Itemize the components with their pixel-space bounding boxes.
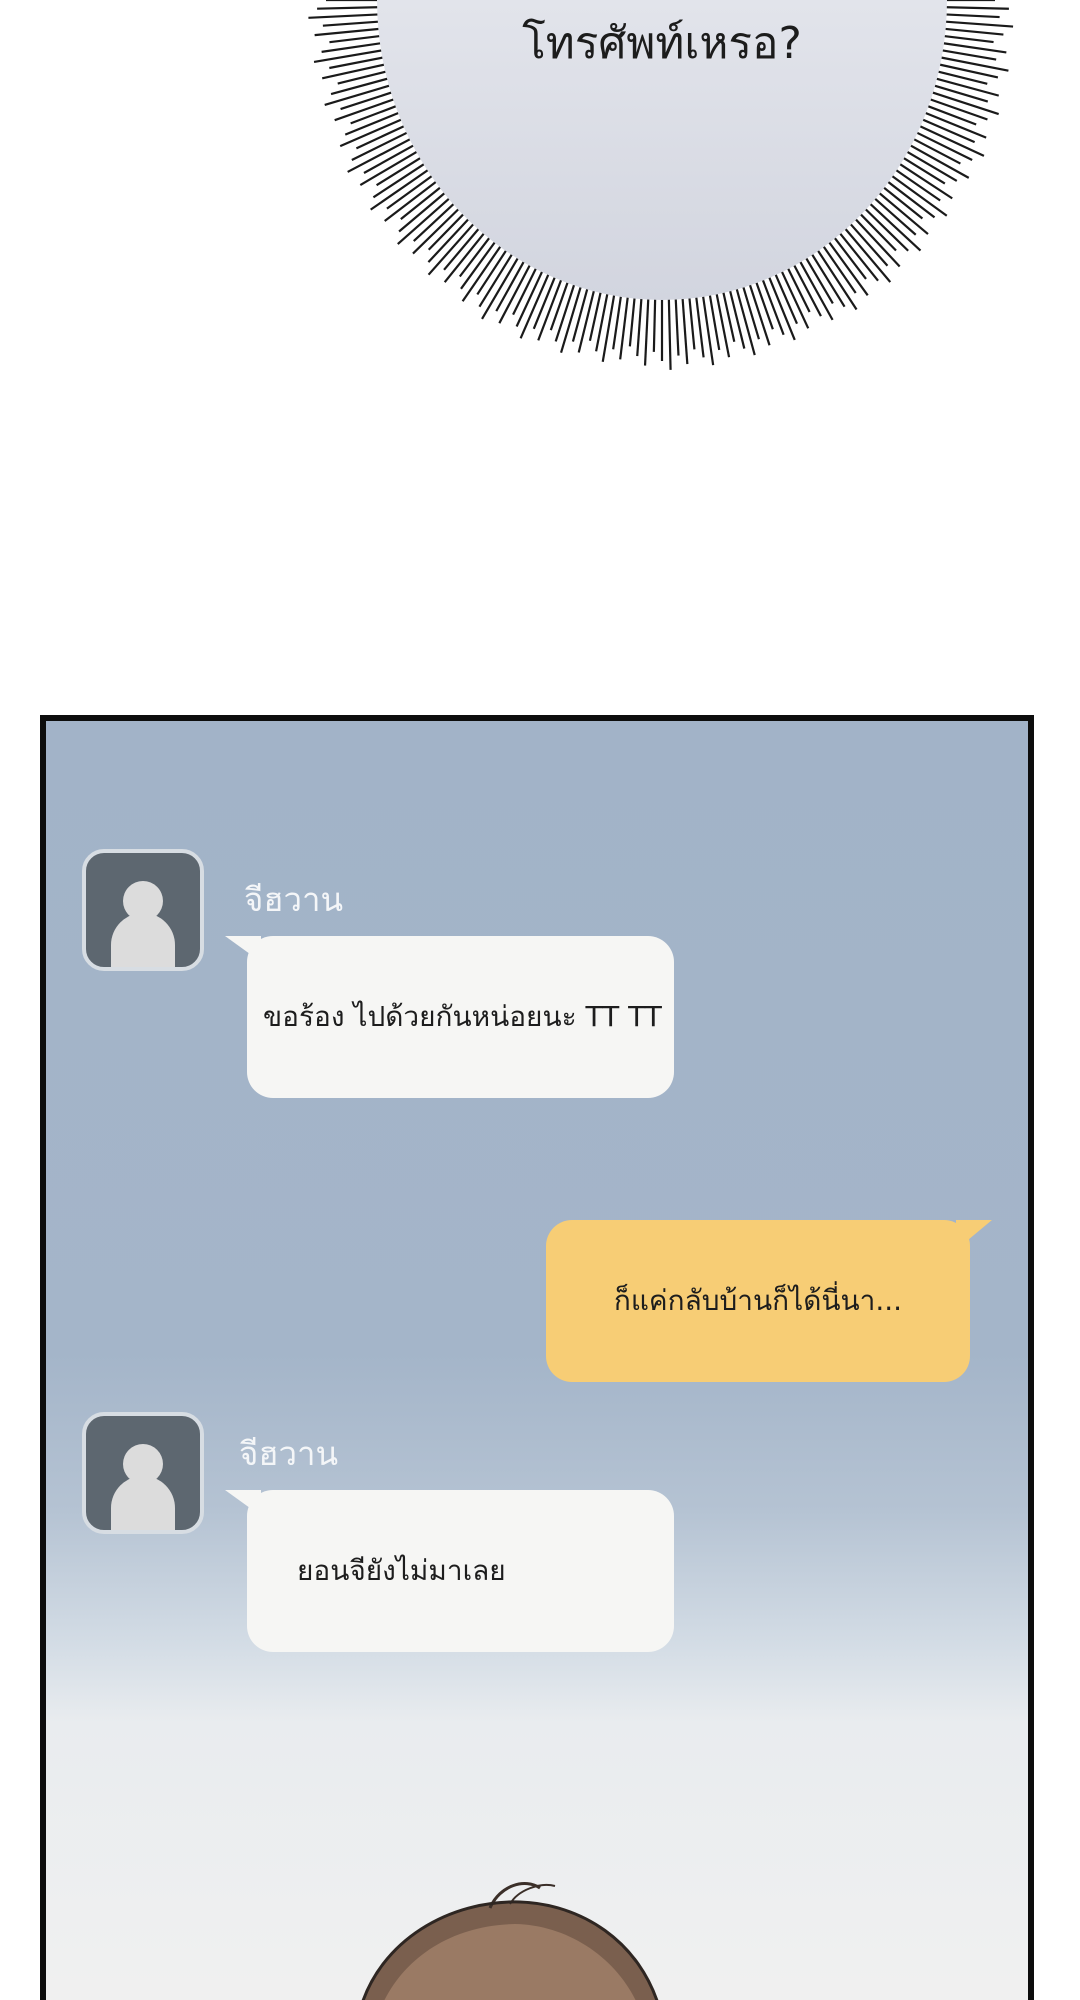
burst-spike [612,292,623,350]
burst-spike [498,261,533,324]
message-text: ยอนจียังไม่มาเลย [297,1554,506,1587]
burst-spike [831,234,867,280]
chat-panel: จีฮวาน ขอร้อง ไปด้วยกันหน่อยนะ TT TT ก็แ… [40,715,1034,2000]
burst-spike [932,76,1000,97]
message-text: ขอร้อง ไปด้วยกันหน่อยนะ TT TT [263,1000,662,1033]
burst-spike [478,250,515,308]
avatar-body-icon [111,1476,175,1530]
burst-spike [896,161,953,200]
burst-spike [694,293,705,358]
burst-spike [847,220,889,267]
burst-spike [643,295,650,366]
burst-spike [413,200,457,242]
bubble-tail [225,936,261,962]
burst-spike [601,291,616,362]
burst-spike [427,211,467,251]
burst-spike [577,287,596,353]
burst-spike [372,161,428,199]
burst-spike [907,142,970,179]
burst-spike [330,76,392,96]
message-text: ก็แค่กลับบ้านก็ได้นี่นา... [613,1284,903,1317]
burst-spike [667,295,672,370]
burst-spike [862,205,909,252]
burst-text: โทรศัพท์เหรอ? [522,18,802,69]
burst-spike [842,225,892,283]
burst-spike [930,83,989,103]
burst-spike [519,270,551,339]
burst-speech-bubble: โทรศัพท์เหรอ? [292,0,1032,390]
bubble-tail [956,1220,992,1250]
burst-spike [619,293,630,360]
message-bubble-incoming: ขอร้อง ไปด้วยกันหน่อยนะ TT TT [225,936,674,1098]
comic-page: โทรศัพท์เหรอ? จีฮวาน ขอร้อง ไปด้วยกันหน่… [0,0,1080,2000]
burst-spike [892,167,941,202]
burst-spike [571,285,590,342]
burst-spike [400,184,444,221]
burst-spike [443,225,482,271]
burst-spike [688,294,696,350]
burst-spike [809,250,846,308]
sender-name: จีฮวาน [244,880,344,919]
burst-spike [398,190,448,233]
avatar [82,849,204,971]
burst-spike [884,178,936,219]
burst-spike [820,242,857,294]
avatar [82,1412,204,1534]
burst-spike [871,195,917,236]
burst-spike [636,295,643,357]
burst-spike [797,258,834,321]
burst-spike [347,136,414,173]
burst-spike [903,149,958,182]
burst-spike [460,238,498,290]
burst-spike [397,195,453,245]
burst-spike [728,287,746,349]
burst-spike [916,123,985,157]
burst-spike [350,103,400,125]
burst-spike [652,295,657,352]
message-bubble-outgoing: ก็แค่กลับบ้านก็ได้นี่นา... [546,1220,992,1382]
burst-spike [628,294,636,347]
burst-spike [674,295,680,356]
burst-spike [880,184,924,220]
burst-spike [867,200,922,252]
burst-spike [386,173,436,210]
sender-name: จีฮวาน [239,1434,339,1473]
burst-spike [549,278,570,331]
burst-spike [359,149,421,186]
burst-spike [681,295,689,365]
avatar-body-icon [111,913,175,967]
burst-spike [340,90,396,111]
burst-spike [857,211,897,252]
burst-spike [754,278,774,330]
character-hair-illustration [340,1880,670,2000]
burst-spike [741,283,760,340]
burst-spike [427,216,472,263]
bubble-tail [225,1490,261,1516]
message-bubble-incoming: ยอนจียังไม่มาเลย [225,1490,674,1652]
